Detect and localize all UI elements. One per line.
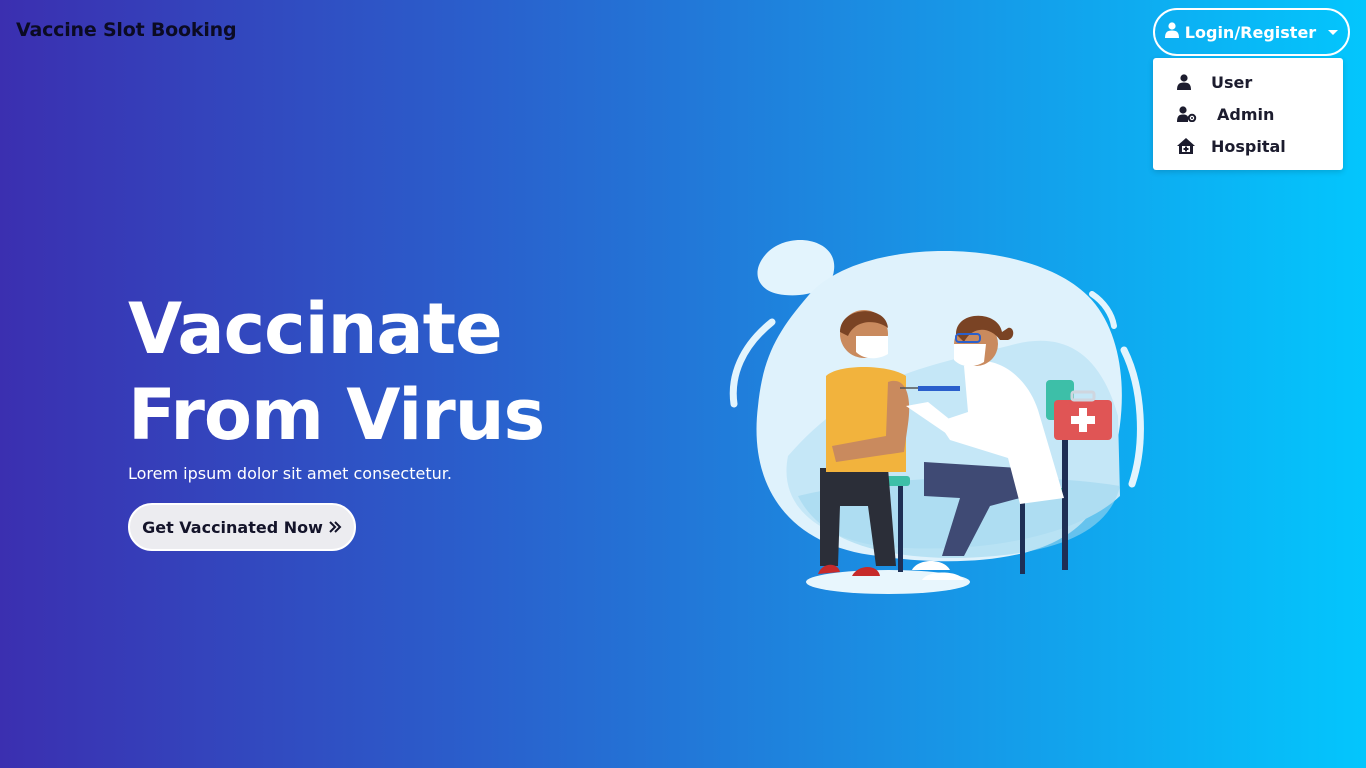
patient-mask: [856, 336, 888, 359]
user-gear-icon: [1177, 105, 1199, 123]
caret-down-icon: [1328, 29, 1339, 35]
dropdown-item-hospital[interactable]: Hospital: [1153, 130, 1343, 162]
user-icon: [1177, 73, 1199, 91]
cta-label: Get Vaccinated Now: [142, 517, 323, 537]
double-chevron-right-icon: [329, 518, 342, 537]
hero-subtitle: Lorem ipsum dolor sit amet consectetur.: [128, 464, 452, 483]
dropdown-item-label: User: [1211, 72, 1253, 92]
dropdown-item-label: Hospital: [1211, 136, 1286, 156]
dropdown-item-admin[interactable]: Admin: [1153, 98, 1343, 130]
hero-title-line-2: From Virus: [128, 374, 545, 456]
hero-title-line-1: Vaccinate: [128, 288, 503, 370]
login-register-label: Login/Register: [1184, 22, 1317, 42]
user-icon: [1164, 22, 1179, 42]
login-dropdown-menu: User Admin Hospital: [1153, 58, 1343, 170]
nurse-chair-leg: [1020, 498, 1025, 574]
login-register-button[interactable]: Login/Register: [1153, 8, 1350, 56]
brand-title[interactable]: Vaccine Slot Booking: [16, 19, 237, 41]
patient-chair-leg: [898, 486, 903, 572]
dropdown-item-label: Admin: [1217, 104, 1275, 124]
hospital-house-icon: [1177, 137, 1199, 155]
illustration-arc-right-2: [1120, 346, 1144, 488]
syringe: [918, 386, 960, 391]
nurse-mask: [954, 344, 986, 367]
vaccination-illustration: [729, 240, 1144, 594]
dropdown-item-user[interactable]: User: [1153, 66, 1343, 98]
hero-title: Vaccinate From Virus: [128, 286, 545, 458]
get-vaccinated-button[interactable]: Get Vaccinated Now: [128, 503, 356, 551]
